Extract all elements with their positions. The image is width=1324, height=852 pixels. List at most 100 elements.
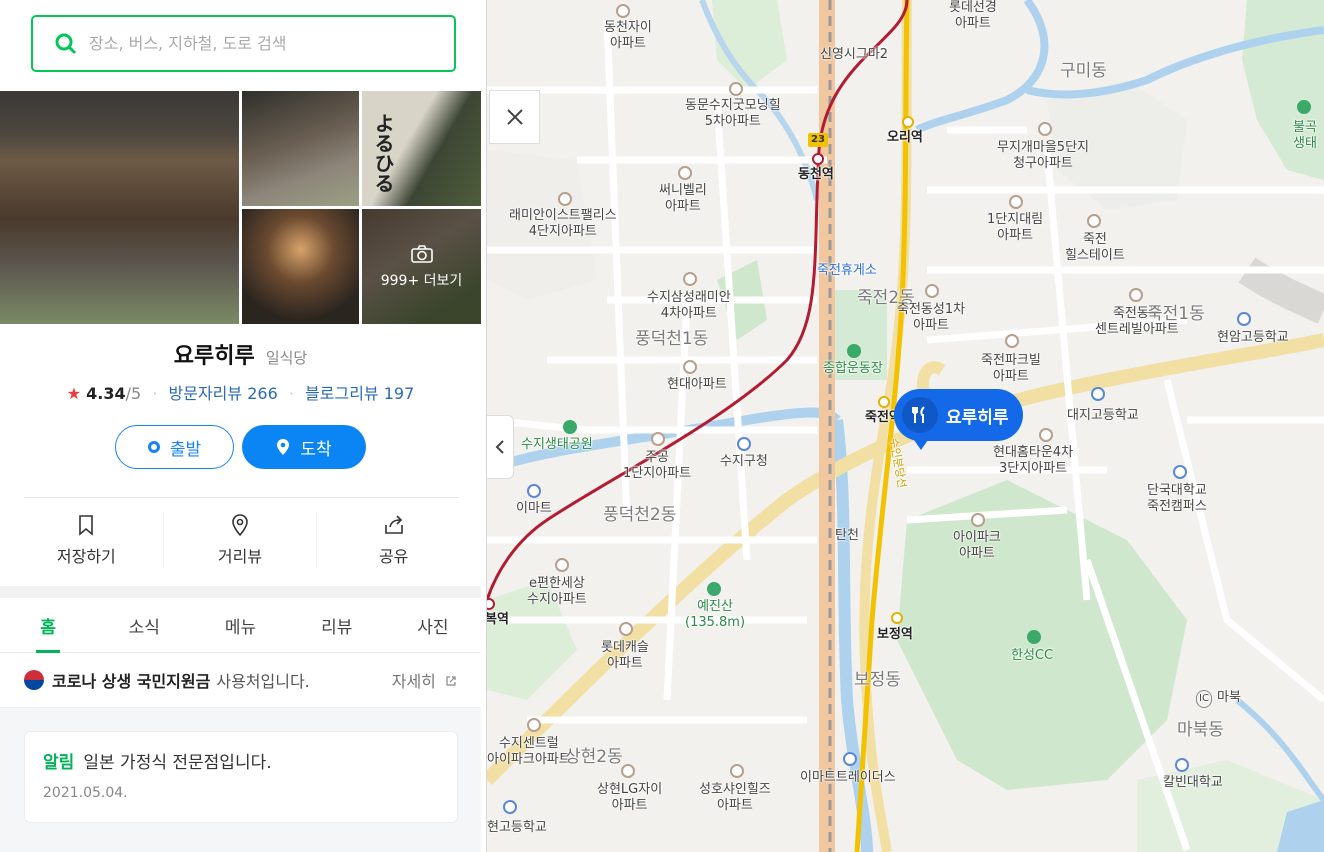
map-label-dongcheon-station[interactable]: 동천역 [798, 167, 834, 183]
map-label-suji-gu-office[interactable]: 수지구청 [720, 454, 768, 470]
apartment-poi-icon[interactable] [1009, 195, 1023, 209]
map-label-dankook-univ[interactable]: 단국대학교 죽전캠퍼스 [1147, 483, 1207, 515]
apartment-poi-icon[interactable] [678, 166, 692, 180]
map-label-high-school[interactable]: 현고등학교 [487, 820, 547, 836]
dongcheon-station-marker[interactable] [812, 153, 824, 165]
map-label-daeji-high[interactable]: 대지고등학교 [1067, 408, 1139, 424]
apartment-poi-icon[interactable] [1087, 214, 1101, 228]
mart-poi-icon[interactable] [527, 484, 541, 498]
apartment-poi-icon[interactable] [971, 513, 985, 527]
apartment-poi-icon[interactable] [621, 764, 635, 778]
save-button[interactable]: 저장하기 [10, 512, 164, 568]
school-poi-icon[interactable] [1175, 758, 1189, 772]
map-label-hyundai-apt[interactable]: 현대아파트 [667, 377, 727, 393]
streetview-button[interactable]: 거리뷰 [164, 512, 318, 568]
map-label-bok-station[interactable]: 복역 [487, 612, 509, 628]
map-label-lotte-castle[interactable]: 롯데캐슬 아파트 [601, 640, 649, 672]
school-poi-icon[interactable] [1091, 387, 1105, 401]
tab-menu[interactable]: 메뉴 [192, 598, 288, 652]
map-label-ori-station[interactable]: 오리역 [887, 130, 923, 146]
map-label-dongmun-goodmorning[interactable]: 동문수지굿모닝힐 5차아파트 [685, 98, 781, 130]
map-label-tancheon[interactable]: 탄천 [835, 528, 859, 544]
map-label-emart-traders[interactable]: 이마트트레이더스 [800, 770, 896, 786]
map-label-ic[interactable]: IC [1196, 690, 1212, 708]
place-pin-marker[interactable]: 요루히루 [894, 389, 1023, 450]
school-poi-icon[interactable] [1173, 465, 1187, 479]
map-label-dongcheon-xi[interactable]: 동천자이 아파트 [604, 20, 652, 52]
close-panel-button[interactable] [489, 90, 540, 144]
tab-review[interactable]: 리뷰 [289, 598, 385, 652]
bojeong-station-marker[interactable] [891, 612, 903, 624]
apartment-poi-icon[interactable] [555, 558, 569, 572]
apartment-poi-icon[interactable] [651, 432, 665, 446]
detail-link[interactable]: 자세히 [392, 668, 457, 692]
map-label-suji-samsung[interactable]: 수지삼성래미안 4차아파트 [647, 290, 731, 322]
search-input[interactable] [89, 34, 429, 53]
blog-review-link[interactable]: 블로그리뷰 197 [305, 384, 414, 403]
government-poi-icon[interactable] [737, 437, 751, 451]
map-label-dongsung1[interactable]: 죽전동성1차 아파트 [897, 302, 965, 334]
map-label-jugong-1danji[interactable]: 주공 1단지아파트 [623, 450, 691, 482]
apartment-poi-icon[interactable] [558, 192, 572, 206]
map-label-jukjeon-rest-area[interactable]: 죽전휴게소 [817, 263, 877, 279]
stadium-poi-icon[interactable] [847, 344, 861, 358]
map-label-bulgok-eco[interactable]: 불곡 생태 [1293, 120, 1317, 152]
map-label-hyundai-hometown[interactable]: 현대홈타운4차 3단지아파트 [993, 445, 1073, 477]
map-label-raemian-east[interactable]: 래미안이스트팰리스 4단지아파트 [509, 208, 617, 240]
depart-button[interactable]: 출발 [115, 425, 234, 469]
map-label-bojeong-station[interactable]: 보정역 [877, 627, 913, 643]
map-label-ipark[interactable]: 아이파크 아파트 [953, 530, 1001, 562]
apartment-poi-icon[interactable] [1129, 288, 1143, 302]
apartment-poi-icon[interactable] [729, 82, 743, 96]
map-label-suji-central-ipark[interactable]: 수지센트럴 아이파크아파트 [487, 736, 571, 768]
map-label-mujigae[interactable]: 무지개마을5단지 청구아파트 [997, 140, 1089, 172]
map-label-e-pyunhan[interactable]: e편한세상 수지아파트 [527, 576, 587, 608]
map-label-sanghyeon-lg-xi[interactable]: 상현LG자이 아파트 [597, 782, 662, 814]
jukjeon-station-marker[interactable] [878, 396, 890, 408]
photo-more[interactable]: 999+ 더보기 [362, 209, 481, 324]
map-label-jukjeon-parkville[interactable]: 죽전파크빌 아파트 [981, 353, 1041, 385]
apartment-poi-icon[interactable] [925, 284, 939, 298]
collapse-panel-button[interactable] [487, 415, 514, 479]
map-label-suji-eco-park[interactable]: 수지생태공원 [521, 437, 593, 453]
arrive-button[interactable]: 도착 [242, 425, 366, 469]
mountain-poi-icon[interactable] [707, 582, 721, 596]
map-label-calvin-univ[interactable]: 칼빈대학교 [1163, 775, 1223, 791]
tab-home[interactable]: 홈 [0, 598, 96, 653]
park-poi-icon[interactable] [563, 420, 577, 434]
apartment-poi-icon[interactable] [1005, 334, 1019, 348]
apartment-poi-icon[interactable] [616, 4, 630, 18]
apartment-poi-icon[interactable] [1039, 428, 1053, 442]
apartment-poi-icon[interactable] [683, 272, 697, 286]
apartment-poi-icon[interactable] [527, 718, 541, 732]
search-icon[interactable] [55, 33, 77, 55]
search-box[interactable] [31, 15, 456, 72]
photo-thumb[interactable] [242, 91, 359, 206]
map-label-1danji-daelim[interactable]: 1단지대림 아파트 [987, 212, 1043, 244]
apartment-poi-icon[interactable] [1038, 122, 1052, 136]
map-label-sungho-shine[interactable]: 성호샤인힐즈 아파트 [699, 782, 771, 814]
map-label-sunny-valley[interactable]: 써니벨리 아파트 [659, 183, 707, 215]
tab-photo[interactable]: 사진 [385, 598, 481, 652]
map-label-lotte-sungkyung[interactable]: 롯데선경 아파트 [949, 0, 997, 32]
apartment-poi-icon[interactable] [683, 360, 697, 374]
apartment-poi-icon[interactable] [730, 764, 744, 778]
map-label-yejin-mountain[interactable]: 예진산 (135.8m) [685, 599, 745, 631]
mart-poi-icon[interactable] [843, 752, 857, 766]
map-label-sports-complex[interactable]: 종합운동장 [823, 361, 883, 377]
map-label-mabuk-ic[interactable]: 마북 [1217, 690, 1241, 706]
tab-news[interactable]: 소식 [96, 598, 192, 652]
map-label-hyunam-high[interactable]: 현암고등학교 [1217, 330, 1289, 346]
visitor-review-link[interactable]: 방문자리뷰 266 [169, 384, 278, 403]
photo-thumb[interactable] [242, 209, 359, 324]
photo-main[interactable] [0, 91, 239, 324]
map-label-hansung-cc[interactable]: 한성CC [1011, 648, 1053, 664]
golf-poi-icon[interactable] [1027, 630, 1041, 644]
map-label-emart[interactable]: 이마트 [516, 501, 552, 517]
share-button[interactable]: 공유 [317, 512, 470, 568]
photo-thumb[interactable]: よるひる [362, 91, 481, 206]
school-poi-icon[interactable] [503, 800, 517, 814]
map-label-sinyoung[interactable]: 신영시그마2 [820, 47, 888, 63]
school-poi-icon[interactable] [1237, 312, 1251, 326]
map-label-jukjeon-hillstate[interactable]: 죽전 힐스테이트 [1065, 232, 1125, 264]
